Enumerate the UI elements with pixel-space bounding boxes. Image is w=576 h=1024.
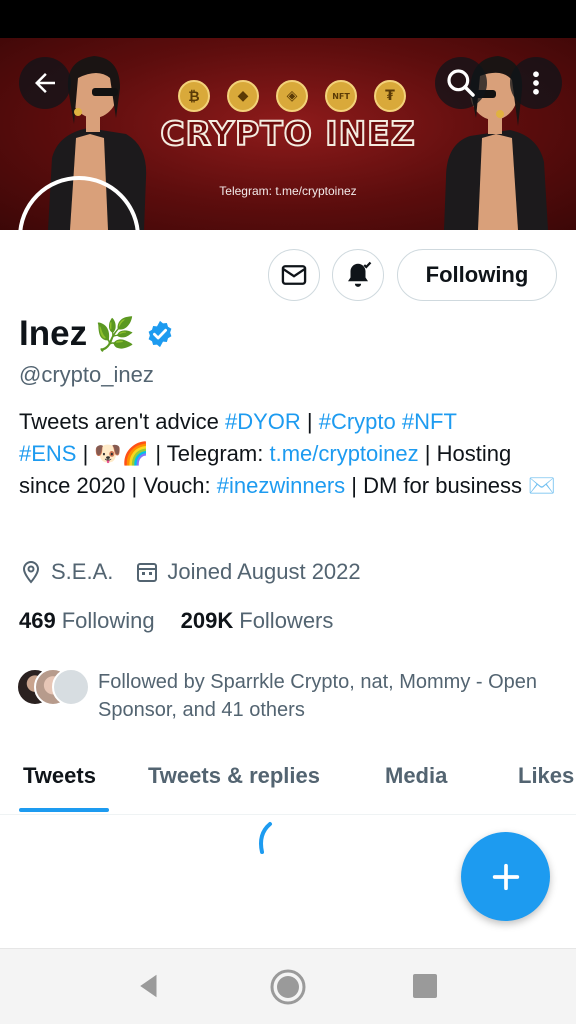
- following-count-link[interactable]: 469 Following: [19, 608, 155, 634]
- followed-by-text: Followed by Sparrkle Crypto, nat, Mommy …: [98, 671, 538, 721]
- avatar: [52, 668, 90, 706]
- ethereum-coin-icon: ◆: [227, 80, 259, 112]
- followers-count: 209K: [180, 608, 234, 633]
- message-button[interactable]: [268, 249, 320, 301]
- back-button[interactable]: [19, 57, 71, 109]
- following-button[interactable]: Following: [397, 249, 557, 301]
- banner-title: CRYPTO INEZ: [159, 113, 416, 154]
- hashtag-dyor-link[interactable]: #DYOR: [225, 409, 301, 434]
- more-vertical-icon: [533, 71, 539, 95]
- tether-coin-icon: ₮: [374, 80, 406, 112]
- circle-home-icon[interactable]: [268, 967, 308, 1007]
- leaf-emoji-icon: 🌿: [95, 315, 135, 353]
- telegram-link[interactable]: t.me/cryptoinez: [269, 441, 418, 466]
- bell-check-icon: [348, 261, 372, 287]
- bio-text: | 🐶🌈 | Telegram:: [76, 441, 270, 466]
- loading-spinner-icon: [259, 822, 272, 854]
- hashtag-nft-link[interactable]: #NFT: [402, 409, 457, 434]
- bio-text: |: [300, 409, 319, 434]
- profile-handle: @crypto_inez: [19, 362, 154, 387]
- avatar-mask: [0, 230, 576, 240]
- envelope-icon: [281, 265, 307, 285]
- plus-icon: [492, 863, 519, 890]
- followers-label: Followers: [239, 608, 334, 633]
- more-options-button[interactable]: [510, 57, 562, 109]
- profile-tabs: Tweets Tweets & replies Media Likes: [0, 745, 576, 815]
- hashtag-inezwinners-link[interactable]: #inezwinners: [217, 473, 345, 498]
- profile-meta: S.E.A. Joined August 2022: [19, 555, 361, 589]
- bitcoin-coin-icon: ₿: [178, 80, 210, 112]
- following-count: 469: [19, 608, 56, 633]
- profile-name: Inez: [19, 314, 88, 353]
- joined-date: Joined August 2022: [167, 559, 361, 584]
- tab-tweets[interactable]: Tweets: [23, 763, 96, 789]
- status-bar: [0, 0, 576, 38]
- notifications-button[interactable]: [332, 249, 384, 301]
- calendar-icon: [137, 563, 158, 582]
- hashtag-ens-link[interactable]: #ENS: [19, 441, 76, 466]
- follow-counts: 469 Following 209K Followers: [19, 604, 333, 638]
- bio-text: Tweets aren't advice: [19, 409, 225, 434]
- tab-tweets-and-replies[interactable]: Tweets & replies: [148, 763, 320, 789]
- coin-row: ₿ ◆ ◈ NFT ₮: [178, 80, 408, 114]
- bio-text: | DM for business ✉️: [345, 473, 556, 498]
- triangle-back-icon[interactable]: [134, 971, 164, 1001]
- profile-name-row: Inez 🌿: [19, 312, 175, 356]
- tab-likes[interactable]: Likes: [518, 763, 574, 789]
- followed-by-row[interactable]: Followed by Sparrkle Crypto, nat, Mommy …: [16, 668, 566, 724]
- compose-tweet-button[interactable]: [461, 832, 550, 921]
- hashtag-crypto-link[interactable]: #Crypto: [319, 409, 396, 434]
- followers-count-link[interactable]: 209K Followers: [181, 608, 334, 634]
- active-tab-indicator: [19, 808, 109, 812]
- system-navigation-bar: [0, 948, 576, 1024]
- square-recents-icon[interactable]: [411, 972, 439, 1000]
- location-pin-icon: [22, 560, 40, 584]
- profile-bio: Tweets aren't advice #DYOR | #Crypto #NF…: [19, 406, 564, 502]
- search-icon: [447, 69, 475, 97]
- followers-avatars: [16, 668, 94, 708]
- nft-coin-icon: NFT: [325, 80, 357, 112]
- verified-badge-icon: [148, 320, 172, 348]
- location-text: S.E.A.: [51, 559, 114, 584]
- arrow-left-icon: [35, 73, 55, 93]
- tab-media[interactable]: Media: [385, 763, 447, 789]
- following-label: Following: [61, 608, 155, 633]
- search-button[interactable]: [435, 57, 487, 109]
- binance-coin-icon: ◈: [276, 80, 308, 112]
